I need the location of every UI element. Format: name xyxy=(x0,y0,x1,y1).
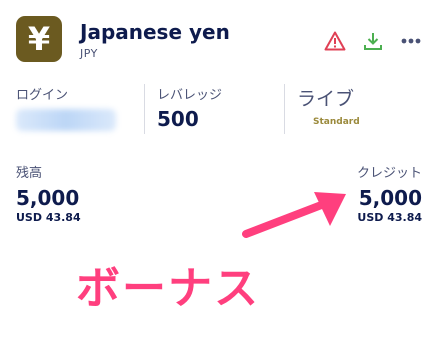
leverage-label: レバレッジ xyxy=(157,88,223,103)
balance-usd: USD 43.84 xyxy=(16,211,81,224)
account-mode-stat: ライブ Standard xyxy=(284,84,422,134)
account-title: Japanese yen xyxy=(80,20,230,44)
credit-value: 5,000 xyxy=(358,186,422,210)
credit-block: クレジット 5,000 USD 43.84 xyxy=(357,162,422,224)
account-mode-label: ライブ xyxy=(297,88,355,110)
balance-block: 残高 5,000 USD 43.84 xyxy=(16,162,81,224)
credit-label: クレジット xyxy=(356,166,422,181)
balance-value: 5,000 xyxy=(16,186,80,210)
header-actions xyxy=(324,30,422,52)
login-stat: ログイン xyxy=(16,84,144,134)
login-value-redacted xyxy=(16,109,116,131)
leverage-stat: レバレッジ 500 xyxy=(144,84,276,134)
account-stats: ログイン レバレッジ 500 ライブ Standard xyxy=(14,84,422,134)
leverage-value: 500 xyxy=(157,107,199,131)
more-icon[interactable] xyxy=(400,30,422,52)
yen-currency-icon: ¥ xyxy=(16,16,62,62)
account-header: ¥ Japanese yen JPY xyxy=(14,14,422,64)
account-type-badge: Standard xyxy=(313,117,360,127)
download-icon[interactable] xyxy=(362,30,384,52)
annotation-arrow-icon xyxy=(242,192,346,238)
login-label: ログイン xyxy=(16,88,69,103)
credit-usd: USD 43.84 xyxy=(357,211,422,224)
account-currency-code: JPY xyxy=(80,47,98,60)
warning-icon[interactable] xyxy=(324,30,346,52)
balance-label: 残高 xyxy=(16,166,43,181)
bonus-annotation: ボーナス xyxy=(76,263,260,314)
